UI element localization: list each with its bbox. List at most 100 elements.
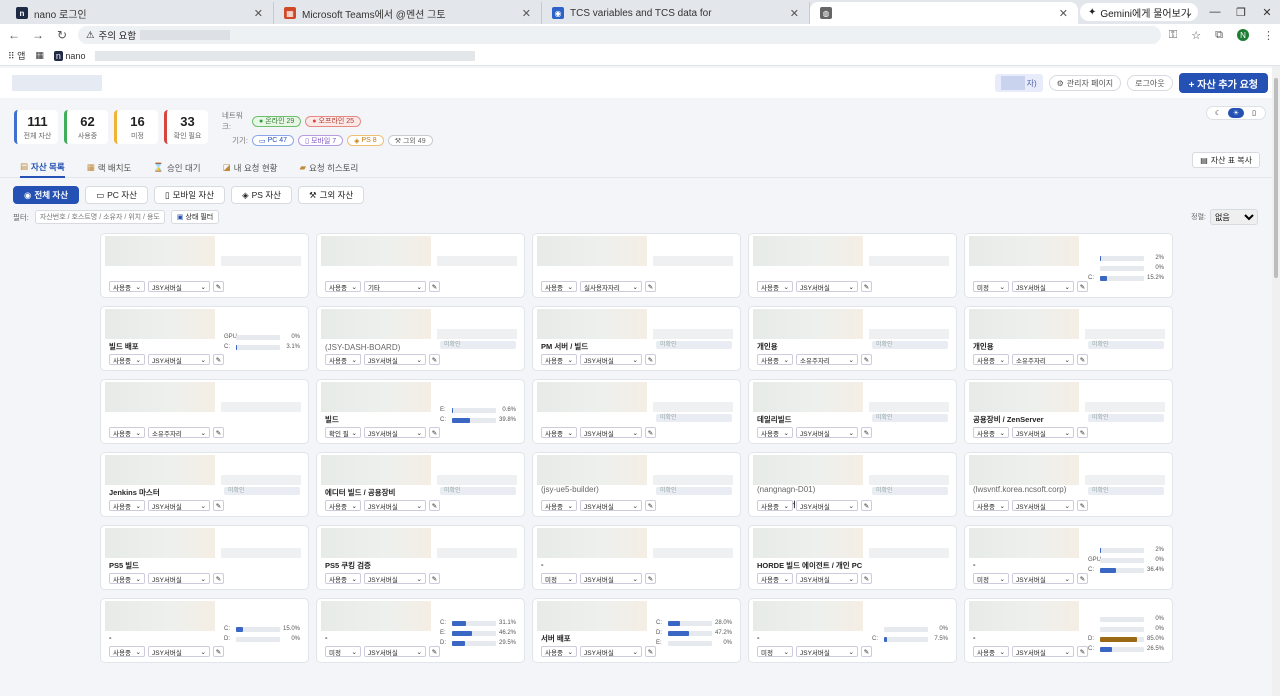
extensions-icon[interactable]: ⧉ — [1215, 29, 1223, 42]
tab-4[interactable]: ▰ 요청 히스토리 — [299, 158, 358, 178]
logout-button[interactable]: 로그아웃 — [1127, 75, 1173, 91]
usage-status-select[interactable]: 미정 ⌄ — [757, 646, 793, 657]
asset-card[interactable]: HORDE 빌드 에이전트 / 개인 PC 사용중 ⌄ JSY서버실 ⌄ ✎ — [748, 525, 957, 590]
moon-icon[interactable]: ☾ — [1210, 108, 1226, 118]
minimize-button[interactable]: — — [1202, 0, 1228, 24]
status-filter-button[interactable]: ▣ 상태 필터 — [170, 210, 220, 224]
copy-table-button[interactable]: ▤ 자산 표 복사 — [1192, 152, 1260, 168]
asset-card[interactable]: 사용중 ⌄ 기타 ⌄ ✎ — [316, 233, 525, 298]
asset-card[interactable]: PM 서버 / 빌드 미확인 사용중 ⌄ JSY서버실 ⌄ ✎ — [532, 306, 741, 371]
edit-icon[interactable]: ✎ — [213, 427, 224, 438]
usage-status-select[interactable]: 사용중 ⌄ — [973, 427, 1009, 438]
asset-card[interactable]: 서버 배포 C: 28.0% D: 47.2% E: 0% 사용중 ⌄ JSY서버실 ⌄ ✎ — [532, 598, 741, 663]
asset-card[interactable]: 에디터 빌드 / 공용장비 미확인 사용중 ⌄ JSY서버실 ⌄ ✎ — [316, 452, 525, 517]
location-select[interactable]: JSY서버실 ⌄ — [1012, 500, 1074, 511]
edit-icon[interactable]: ✎ — [645, 500, 656, 511]
asset-card[interactable]: - C: 31.1% E: 46.2% D: 29.5% 미정 ⌄ JSY서버실 ⌄ ✎ — [316, 598, 525, 663]
stat-card[interactable]: 16 미정 — [114, 110, 158, 144]
location-select[interactable]: JSY서버실 ⌄ — [148, 500, 210, 511]
usage-status-select[interactable]: 미정 ⌄ — [541, 573, 577, 584]
close-tab-icon[interactable]: ✕ — [790, 7, 799, 20]
location-select[interactable]: JSY서버실 ⌄ — [796, 281, 858, 292]
edit-icon[interactable]: ✎ — [429, 427, 440, 438]
usage-status-select[interactable]: 사용중 ⌄ — [541, 354, 577, 365]
tab-0[interactable]: ▤ 자산 목록 — [20, 158, 65, 178]
asset-card[interactable]: 2% 0% C: 15.2% 미정 ⌄ JSY서버실 ⌄ ✎ — [964, 233, 1173, 298]
location-select[interactable]: JSY서버실 ⌄ — [1012, 573, 1074, 584]
usage-status-select[interactable]: 확인 필 ⌄ — [325, 427, 361, 438]
edit-icon[interactable]: ✎ — [861, 354, 872, 365]
edit-icon[interactable]: ✎ — [213, 573, 224, 584]
profile-avatar[interactable]: N — [1237, 29, 1249, 41]
theme-switch[interactable]: ☾ ☀ ▯ — [1206, 106, 1266, 120]
edit-icon[interactable]: ✎ — [1077, 427, 1088, 438]
usage-status-select[interactable]: 사용중 ⌄ — [109, 427, 145, 438]
location-select[interactable]: JSY서버실 ⌄ — [148, 646, 210, 657]
usage-status-select[interactable]: 사용중 ⌄ — [541, 646, 577, 657]
chevron-down-icon[interactable]: ⌄ — [1176, 0, 1202, 24]
asset-card[interactable]: 개인용 미확인 사용중 ⌄ 소유주자리 ⌄ ✎ — [748, 306, 957, 371]
usage-status-select[interactable]: 사용중 ⌄ — [973, 354, 1009, 365]
edit-icon[interactable]: ✎ — [429, 646, 440, 657]
location-select[interactable]: JSY서버실 ⌄ — [1012, 281, 1074, 292]
search-input[interactable] — [34, 210, 165, 224]
location-select[interactable]: JSY서버실 ⌄ — [148, 281, 210, 292]
location-select[interactable]: JSY서버실 ⌄ — [1012, 427, 1074, 438]
grid-icon[interactable]: ▦ — [35, 50, 44, 61]
asset-card[interactable]: 사용중 ⌄ JSY서버실 ⌄ ✎ — [748, 233, 957, 298]
usage-status-select[interactable]: 사용중 ⌄ — [325, 281, 361, 292]
forward-button[interactable]: → — [30, 28, 46, 42]
app-logo[interactable] — [12, 75, 102, 91]
edit-icon[interactable]: ✎ — [645, 646, 656, 657]
star-icon[interactable]: ☆ — [1191, 29, 1201, 42]
location-select[interactable]: 소유주자리 ⌄ — [148, 427, 210, 438]
usage-status-select[interactable]: 사용중 ⌄ — [109, 354, 145, 365]
bookmark-items[interactable] — [95, 50, 476, 61]
location-select[interactable]: JSY서버실 ⌄ — [580, 354, 642, 365]
tab-2[interactable]: ⌛ 승인 대기 — [153, 158, 200, 178]
edit-icon[interactable]: ✎ — [1077, 646, 1088, 657]
location-select[interactable]: JSY서버실 ⌄ — [796, 646, 858, 657]
bookmark-nano[interactable]: n nano — [53, 50, 85, 61]
location-select[interactable]: JSY서버실 ⌄ — [1012, 646, 1074, 657]
usage-status-select[interactable]: 사용중 ⌄ — [757, 573, 793, 584]
key-icon[interactable]: ⚿ — [1169, 29, 1177, 42]
page-scrollbar[interactable] — [1272, 66, 1280, 696]
add-asset-request-button[interactable]: + 자산 추가 요청 — [1178, 73, 1268, 93]
location-select[interactable]: 소유주자리 ⌄ — [796, 354, 858, 365]
location-select[interactable]: 실사용자자리 ⌄ — [580, 281, 642, 292]
stat-card[interactable]: 62 사용중 — [64, 110, 108, 144]
usage-status-select[interactable]: 사용중 ⌄ — [325, 500, 361, 511]
edit-icon[interactable]: ✎ — [861, 427, 872, 438]
asset-card[interactable]: (nangnagn-D01)정적 분석 머신 / SVN백업미확인사용중⌄JSY… — [748, 452, 957, 517]
asset-card[interactable]: - 2% GPU 0% C: 36.4% 미정 ⌄ JSY서버실 ⌄ ✎ — [964, 525, 1173, 590]
edit-icon[interactable]: ✎ — [429, 354, 440, 365]
close-window-button[interactable]: ✕ — [1254, 0, 1280, 24]
stat-card[interactable]: 33 확인 필요 — [164, 110, 208, 144]
asset-card[interactable]: - 0% C: 7.5% 미정 ⌄ JSY서버실 ⌄ ✎ — [748, 598, 957, 663]
ps-filter-chip[interactable]: ◈ PS 8 — [347, 135, 384, 146]
online-filter-chip[interactable]: ● 온라인 29 — [252, 115, 302, 127]
edit-icon[interactable]: ✎ — [1077, 354, 1088, 365]
usage-status-select[interactable]: 사용중 ⌄ — [541, 281, 577, 292]
menu-icon[interactable]: ⋮ — [1263, 29, 1274, 42]
location-select[interactable]: JSY서버실 ⌄ — [580, 573, 642, 584]
edit-icon[interactable]: ✎ — [213, 281, 224, 292]
asset-card[interactable]: 사용중 ⌄ 실사용자자리 ⌄ ✎ — [532, 233, 741, 298]
asset-card[interactable]: 개인용 미확인 사용중 ⌄ 소유주자리 ⌄ ✎ — [964, 306, 1173, 371]
tab-1[interactable]: ▦ 랙 배치도 — [87, 158, 132, 178]
usage-status-select[interactable]: 사용중 ⌄ — [973, 500, 1009, 511]
edit-icon[interactable]: ✎ — [429, 573, 440, 584]
edit-icon[interactable]: ✎ — [429, 500, 440, 511]
edit-icon[interactable]: ✎ — [645, 573, 656, 584]
asset-card[interactable]: 사용중 ⌄ JSY서버실 ⌄ ✎ — [100, 233, 309, 298]
location-select[interactable]: JSY서버실 ⌄ — [796, 573, 858, 584]
offline-filter-chip[interactable]: ● 오프라인 25 — [305, 115, 362, 127]
address-bar[interactable]: ⚠ 주의 요함 — [78, 26, 1161, 44]
location-select[interactable]: JSY서버실 ⌄ — [364, 427, 426, 438]
filter-button-0[interactable]: ◉ 전체 자산 — [13, 186, 80, 204]
usage-status-select[interactable]: 사용중 ⌄ — [109, 500, 145, 511]
mobile-filter-chip[interactable]: ▯ 모바일 7 — [298, 135, 344, 146]
usage-status-select[interactable]: 사용중 ⌄ — [757, 427, 793, 438]
edit-icon[interactable]: ✎ — [861, 646, 872, 657]
